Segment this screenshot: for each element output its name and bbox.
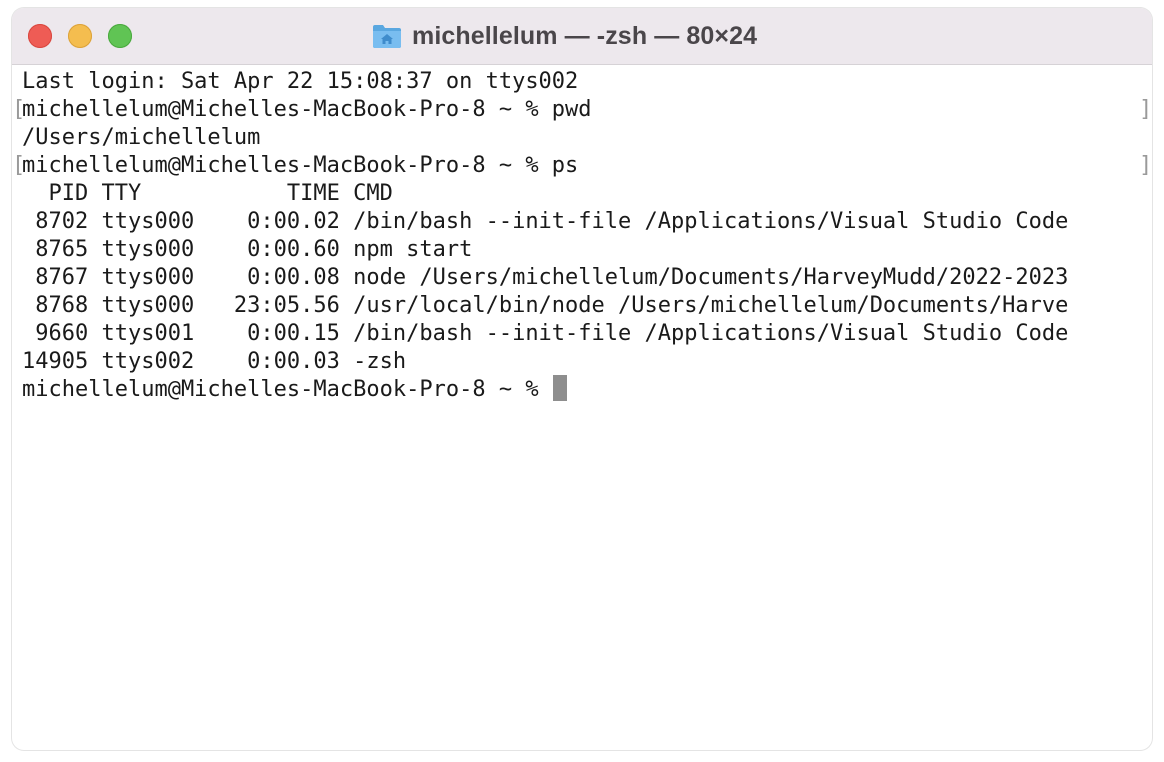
terminal-output[interactable]: Last login: Sat Apr 22 15:08:37 on ttys0… [12,68,1152,750]
window-title-area: michellelum — -zsh — 80×24 [372,20,757,52]
terminal-line: /Users/michellelum [22,125,261,150]
window-title: michellelum — -zsh — 80×24 [412,21,758,50]
terminal-line: Last login: Sat Apr 22 15:08:37 on ttys0… [22,69,579,94]
shell-prompt: michellelum@Michelles-MacBook-Pro-8 ~ % [22,377,552,402]
close-button[interactable] [28,24,52,48]
title-bar[interactable]: michellelum — -zsh — 80×24 [12,8,1152,65]
text-cursor [552,375,567,401]
minimize-button[interactable] [68,24,92,48]
ps-row: 8767 ttys000 0:00.08 node /Users/michell… [22,265,1069,290]
ps-row: 14905 ttys002 0:00.03 -zsh [22,349,407,374]
ps-header-line: PID TTY TIME CMD [22,181,393,206]
command-mark-right: ] [1139,97,1152,122]
terminal-line: michellelum@Michelles-MacBook-Pro-8 ~ % … [22,153,579,178]
ps-row: 8765 ttys000 0:00.60 npm start [22,237,473,262]
terminal-line: michellelum@Michelles-MacBook-Pro-8 ~ % … [22,97,592,122]
terminal-window: michellelum — -zsh — 80×24 Last login: S… [12,8,1152,750]
folder-home-icon [373,25,401,48]
ps-row: 8702 ttys000 0:00.02 /bin/bash --init-fi… [22,209,1069,234]
zoom-button[interactable] [108,24,132,48]
ps-row: 8768 ttys000 23:05.56 /usr/local/bin/nod… [22,293,1069,318]
command-mark-right: ] [1139,153,1152,178]
active-prompt-line[interactable]: michellelum@Michelles-MacBook-Pro-8 ~ % [22,375,567,404]
ps-row: 9660 ttys001 0:00.15 /bin/bash --init-fi… [22,321,1069,346]
